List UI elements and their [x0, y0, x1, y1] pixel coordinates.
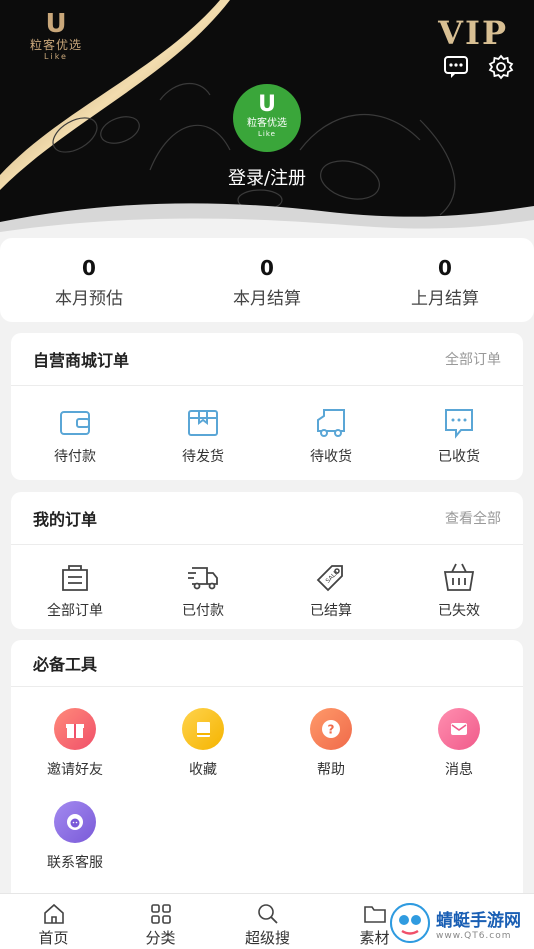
stat-value: 0 — [82, 256, 96, 280]
view-all-link[interactable]: 查看全部 — [445, 508, 501, 528]
brand-name: 粒客优选 — [29, 38, 82, 52]
tool-customer-service[interactable]: 联系客服 — [11, 801, 139, 872]
bag-icon — [62, 565, 88, 591]
earnings-stats: 0 本月预估 0 本月结算 0 上月结算 — [0, 238, 534, 322]
stat-value: 0 — [260, 256, 274, 280]
stat-label: 本月预估 — [55, 289, 123, 309]
item-label: 邀请好友 — [47, 762, 103, 778]
stat-label: 本月结算 — [233, 289, 301, 309]
vip-badge[interactable]: VIP — [438, 14, 508, 52]
stat-last-month-settled[interactable]: 0 上月结算 — [356, 238, 534, 322]
avatar-logo-icon: U — [258, 92, 276, 117]
card-title: 我的订单 — [33, 510, 98, 529]
item-label: 帮助 — [317, 762, 345, 778]
order-all[interactable]: 全部订单 — [11, 560, 139, 620]
svg-text:?: ? — [328, 723, 335, 737]
all-orders-link[interactable]: 全部订单 — [445, 349, 501, 369]
item-label: 待付款 — [54, 449, 96, 465]
tab-super-search[interactable]: 超级搜 — [214, 894, 321, 949]
item-label: 待收货 — [310, 449, 352, 465]
tool-invite-friends[interactable]: 邀请好友 — [11, 708, 139, 779]
sale-tag-icon: SALE — [316, 565, 343, 592]
item-label: 全部订单 — [47, 603, 103, 619]
mail-icon — [438, 708, 480, 750]
folder-icon — [363, 906, 386, 923]
order-pending-receipt[interactable]: 待收货 — [267, 406, 395, 466]
chat-icon[interactable] — [443, 54, 469, 80]
watermark-text: 蜻蜓手游网 — [436, 910, 521, 931]
tool-favorites[interactable]: 收藏 — [139, 708, 267, 779]
tool-help[interactable]: ? 帮助 — [267, 708, 395, 779]
order-pending-shipment[interactable]: 待发货 — [139, 406, 267, 466]
question-icon: ? — [310, 708, 352, 750]
tab-label: 首页 — [38, 929, 69, 947]
my-orders-card: 我的订单 查看全部 全部订单 已付款 SALE 已结算 已失效 — [11, 492, 523, 629]
book-icon — [182, 708, 224, 750]
brand-logo: U 粒客优选 Like — [26, 10, 86, 66]
item-label: 已收货 — [438, 449, 480, 465]
order-received[interactable]: 已收货 — [395, 406, 523, 466]
card-title: 必备工具 — [33, 655, 98, 674]
login-register-link[interactable]: 登录/注册 — [0, 164, 534, 190]
package-icon — [188, 410, 218, 436]
profile-header: U 粒客优选 Like VIP U 粒客优选 Like 登录/注册 — [0, 0, 534, 245]
watermark-url: www.QT6.com — [436, 930, 512, 941]
wallet-icon — [60, 411, 90, 435]
mall-orders-card: 自营商城订单 全部订单 待付款 待发货 待收货 已收货 — [11, 333, 523, 480]
item-label: 待发货 — [182, 449, 224, 465]
tools-card: 必备工具 邀请好友 收藏 ? 帮助 消息 联系客服 — [11, 640, 523, 893]
brand-mark-icon: U — [45, 9, 67, 39]
order-expired[interactable]: 已失效 — [395, 560, 523, 620]
truck-icon — [317, 409, 345, 437]
tab-category[interactable]: 分类 — [107, 894, 214, 949]
tool-messages[interactable]: 消息 — [395, 708, 523, 779]
gear-icon[interactable] — [488, 54, 514, 80]
tab-home[interactable]: 首页 — [0, 894, 107, 949]
item-label: 收藏 — [189, 762, 217, 778]
gift-icon — [54, 708, 96, 750]
order-pending-payment[interactable]: 待付款 — [11, 406, 139, 466]
service-icon — [54, 801, 96, 843]
watermark-mascot-icon — [390, 903, 430, 943]
brand-sub: Like — [44, 52, 68, 61]
home-icon — [43, 903, 64, 924]
grid-icon — [150, 904, 171, 924]
order-settled[interactable]: SALE 已结算 — [267, 560, 395, 620]
basket-icon — [443, 563, 475, 591]
stat-month-estimate[interactable]: 0 本月预估 — [0, 238, 178, 322]
item-label: 已结算 — [310, 603, 352, 619]
tab-label: 分类 — [145, 929, 176, 947]
stat-value: 0 — [438, 256, 452, 280]
avatar[interactable]: U 粒客优选 Like — [233, 84, 301, 152]
avatar-sub: Like — [258, 130, 276, 138]
search-icon — [257, 904, 278, 924]
tab-label: 超级搜 — [244, 929, 290, 947]
order-paid[interactable]: 已付款 — [139, 560, 267, 620]
card-title: 自营商城订单 — [33, 351, 130, 370]
item-label: 联系客服 — [47, 855, 103, 871]
delivery-icon — [188, 567, 218, 590]
watermark: 蜻蜓手游网 www.QT6.com — [390, 900, 530, 946]
item-label: 已付款 — [182, 603, 224, 619]
item-label: 已失效 — [438, 603, 480, 619]
message-box-icon — [445, 409, 473, 439]
stat-label: 上月结算 — [411, 289, 479, 309]
avatar-name: 粒客优选 — [247, 118, 287, 129]
item-label: 消息 — [445, 762, 473, 778]
stat-month-settled[interactable]: 0 本月结算 — [178, 238, 356, 322]
